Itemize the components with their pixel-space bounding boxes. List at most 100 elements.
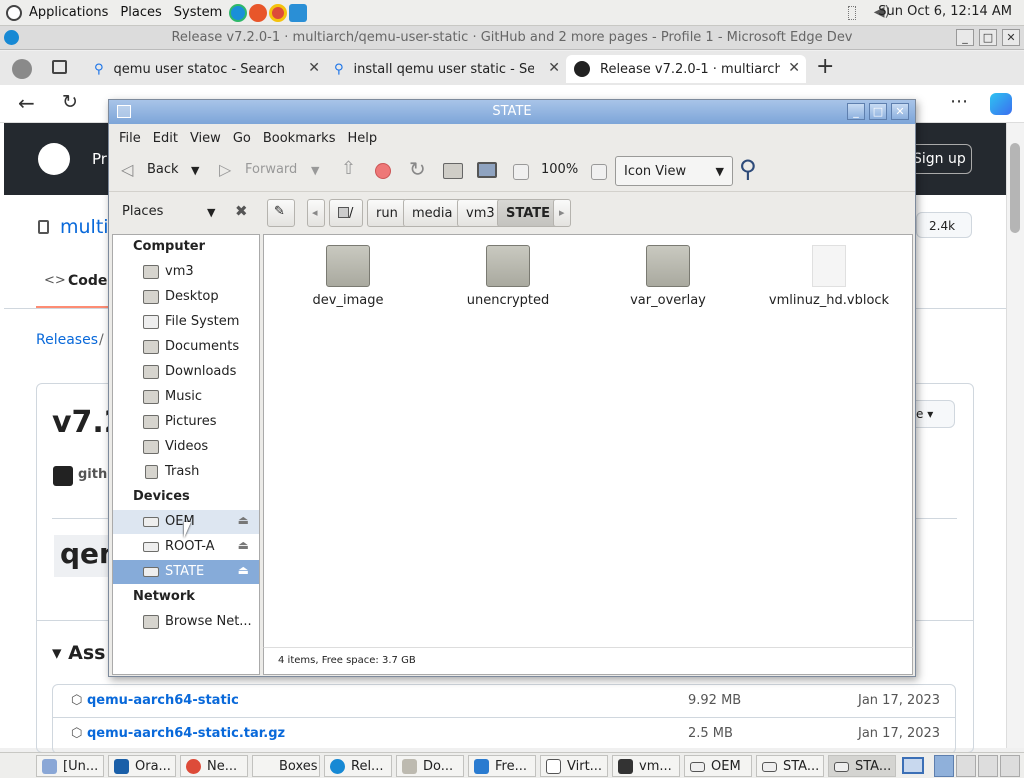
back-history-dropdown[interactable]: ▼ bbox=[191, 164, 199, 177]
taskbar-item-11[interactable]: STA... bbox=[756, 755, 824, 777]
menu-help[interactable]: Help bbox=[341, 131, 383, 146]
workspace-3[interactable] bbox=[978, 755, 998, 777]
scrollbar-thumb[interactable] bbox=[1010, 143, 1020, 233]
breadcrumb-scroll-right[interactable]: ▸ bbox=[553, 199, 571, 227]
system-menu[interactable]: System bbox=[168, 5, 228, 20]
asset-name-link[interactable]: qemu-aarch64-static bbox=[87, 693, 239, 708]
file-manager-title-bar[interactable]: STATE _ □ ✕ bbox=[109, 100, 915, 124]
releases-link[interactable]: Releases bbox=[36, 332, 98, 348]
tab-actions-icon[interactable] bbox=[52, 60, 67, 74]
taskbar-item-6[interactable]: Do... bbox=[396, 755, 464, 777]
taskbar-item-3[interactable]: Ne... bbox=[180, 755, 248, 777]
close-tab-icon[interactable]: ✕ bbox=[548, 60, 560, 76]
sidebar-item-pictures[interactable]: Pictures bbox=[113, 410, 259, 434]
taskbar-item-7[interactable]: Fre... bbox=[468, 755, 536, 777]
up-arrow-icon[interactable]: ⇧ bbox=[341, 158, 356, 179]
breadcrumb-state[interactable]: STATE bbox=[497, 199, 560, 227]
menu-view[interactable]: View bbox=[184, 131, 227, 146]
computer-icon[interactable] bbox=[477, 162, 497, 178]
sidebar-item-downloads[interactable]: Downloads bbox=[113, 360, 259, 384]
stop-icon[interactable] bbox=[375, 163, 391, 179]
sidebar-item-documents[interactable]: Documents bbox=[113, 335, 259, 359]
refresh-icon[interactable]: ↻ bbox=[62, 91, 78, 113]
taskbar-item-8[interactable]: Virt... bbox=[540, 755, 608, 777]
eject-icon[interactable]: ⏏ bbox=[238, 538, 249, 552]
edit-location-icon[interactable]: ✎ bbox=[267, 199, 295, 227]
eject-icon[interactable]: ⏏ bbox=[238, 513, 249, 527]
places-menu[interactable]: Places bbox=[114, 5, 167, 20]
browser-scrollbar[interactable] bbox=[1006, 123, 1024, 748]
sidebar-item-desktop[interactable]: Desktop bbox=[113, 285, 259, 309]
firefox-launcher-icon[interactable] bbox=[249, 3, 268, 22]
code-tab[interactable]: Code bbox=[68, 273, 107, 289]
applications-menu[interactable]: Applications bbox=[23, 5, 114, 20]
show-desktop-icon[interactable] bbox=[902, 757, 924, 774]
profile-icon[interactable] bbox=[12, 59, 32, 79]
fm-maximize-button[interactable]: □ bbox=[869, 103, 887, 120]
workspace-2[interactable] bbox=[956, 755, 976, 777]
sidebar-item-vm3[interactable]: vm3 bbox=[113, 260, 259, 284]
fm-close-button[interactable]: ✕ bbox=[891, 103, 909, 120]
reload-icon[interactable]: ↻ bbox=[409, 157, 426, 181]
github-logo-icon[interactable] bbox=[38, 143, 70, 175]
search-icon[interactable]: ⚲ bbox=[739, 155, 757, 183]
fm-minimize-button[interactable]: _ bbox=[847, 103, 865, 120]
menu-go[interactable]: Go bbox=[227, 131, 257, 146]
close-button[interactable]: ✕ bbox=[1002, 29, 1020, 46]
back-arrow-icon[interactable]: ◁ bbox=[121, 160, 133, 179]
star-count[interactable]: 2.4k bbox=[916, 212, 972, 238]
breadcrumb-scroll-left[interactable]: ◂ bbox=[307, 199, 325, 227]
taskbar-item-2[interactable]: Ora... bbox=[108, 755, 176, 777]
menu-bookmarks[interactable]: Bookmarks bbox=[257, 131, 342, 146]
close-tab-icon[interactable]: ✕ bbox=[788, 60, 800, 76]
forward-history-dropdown[interactable]: ▼ bbox=[311, 164, 319, 177]
forward-arrow-icon[interactable]: ▷ bbox=[219, 160, 231, 179]
breadcrumb-root[interactable]: / bbox=[329, 199, 363, 227]
asset-name-link[interactable]: qemu-aarch64-static.tar.gz bbox=[87, 726, 285, 741]
sidebar-item-music[interactable]: Music bbox=[113, 385, 259, 409]
file-icon-view[interactable]: dev_image unencrypted var_overlay vmlinu… bbox=[263, 234, 913, 647]
clock[interactable]: Sun Oct 6, 12:14 AM bbox=[878, 4, 1012, 19]
taskbar-item-5[interactable]: Rel... bbox=[324, 755, 392, 777]
minimize-button[interactable]: _ bbox=[956, 29, 974, 46]
sidebar-item-filesystem[interactable]: File System bbox=[113, 310, 259, 334]
sidebar-item-videos[interactable]: Videos bbox=[113, 435, 259, 459]
places-label[interactable]: Places bbox=[122, 204, 163, 219]
sidebar-item-browse-network[interactable]: Browse Net... bbox=[113, 610, 259, 634]
product-menu-partial[interactable]: Pr bbox=[92, 150, 107, 168]
tab-search-1[interactable]: ⚲ qemu user statoc - Search ✕ bbox=[86, 55, 326, 83]
workspace-4[interactable] bbox=[1000, 755, 1020, 777]
home-icon[interactable] bbox=[443, 163, 463, 179]
zoom-out-icon[interactable] bbox=[513, 164, 529, 180]
close-tab-icon[interactable]: ✕ bbox=[308, 60, 320, 76]
sidebar-device-state[interactable]: STATE ⏏ bbox=[113, 560, 259, 584]
sidebar-item-trash[interactable]: Trash bbox=[113, 460, 259, 484]
taskbar-item-9[interactable]: vm... bbox=[612, 755, 680, 777]
taskbar-item-10[interactable]: OEM bbox=[684, 755, 752, 777]
distro-logo-icon[interactable] bbox=[6, 4, 22, 21]
taskbar-item-1[interactable]: [Un... bbox=[36, 755, 104, 777]
menu-file[interactable]: File bbox=[113, 131, 147, 146]
view-mode-select[interactable]: Icon View ▼ bbox=[615, 156, 733, 186]
forward-button[interactable]: Forward bbox=[245, 162, 297, 177]
breadcrumb-media[interactable]: media bbox=[403, 199, 462, 227]
vscode-launcher-icon[interactable] bbox=[289, 3, 308, 22]
menu-edit[interactable]: Edit bbox=[147, 131, 184, 146]
edge-dev-launcher-icon[interactable] bbox=[229, 3, 248, 22]
tab-release[interactable]: Release v7.2.0-1 · multiarch/qe ✕ bbox=[566, 55, 806, 83]
breadcrumb-run[interactable]: run bbox=[367, 199, 407, 227]
back-button[interactable]: Back bbox=[147, 162, 179, 177]
taskbar-item-12[interactable]: STA... bbox=[828, 755, 896, 777]
workspace-1[interactable] bbox=[934, 755, 954, 777]
assets-toggle[interactable]: ▾ Ass bbox=[52, 642, 105, 664]
eject-icon[interactable]: ⏏ bbox=[238, 563, 249, 577]
close-sidebar-icon[interactable]: ✖ bbox=[235, 202, 248, 220]
new-tab-icon[interactable]: + bbox=[816, 54, 834, 79]
more-options-icon[interactable]: ⋯ bbox=[950, 91, 968, 112]
tab-search-2[interactable]: ⚲ install qemu user static - Searc ✕ bbox=[326, 55, 566, 83]
notification-icon[interactable] bbox=[848, 6, 856, 20]
back-arrow-icon[interactable]: ← bbox=[18, 91, 35, 115]
zoom-in-icon[interactable] bbox=[591, 164, 607, 180]
workspace-switcher[interactable] bbox=[934, 755, 1020, 777]
chrome-launcher-icon[interactable] bbox=[269, 3, 288, 22]
